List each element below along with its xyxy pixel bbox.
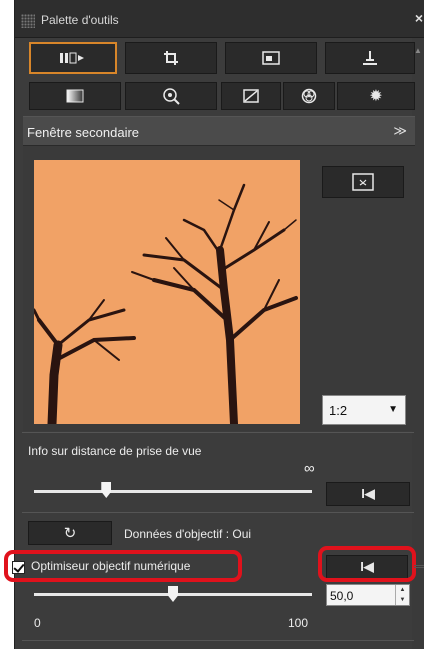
tab-settings[interactable]: ✹ xyxy=(337,82,415,110)
fit-to-window-button[interactable] xyxy=(322,166,404,198)
tab-gradient[interactable] xyxy=(29,82,121,110)
optimizer-value-field[interactable]: 50,0 ▲ ▼ xyxy=(326,584,410,606)
refresh-lens-data-button[interactable]: ↻ xyxy=(28,521,112,545)
crop-icon xyxy=(164,51,178,65)
optimizer-highlight-frame xyxy=(4,550,242,582)
distance-slider-track[interactable] xyxy=(34,490,312,493)
tab-basic-adjustment[interactable] xyxy=(29,42,117,74)
stamp-icon xyxy=(363,51,377,65)
optimizer-value: 50,0 xyxy=(330,589,354,603)
collapse-chevron-icon[interactable]: ≫ xyxy=(393,123,407,139)
tab-image[interactable] xyxy=(225,42,317,74)
zoom-ratio-select[interactable]: 1:2 ▼ xyxy=(322,395,406,425)
divider xyxy=(22,640,414,641)
refresh-icon: ↻ xyxy=(63,525,77,542)
reset-highlight-frame xyxy=(318,546,416,582)
slider-min-label: 0 xyxy=(34,616,41,630)
window-title: Palette d'outils xyxy=(41,13,119,27)
reset-arrow-icon: I◀ xyxy=(361,486,375,501)
lens-data-status: Données d'objectif : Oui xyxy=(124,527,252,541)
divider xyxy=(22,512,414,513)
tree-silhouette-image xyxy=(34,160,300,424)
title-bar[interactable]: Palette d'outils × xyxy=(15,0,424,38)
divider xyxy=(22,432,414,433)
lens-search-icon xyxy=(163,88,180,105)
drag-grip-icon[interactable] xyxy=(21,14,35,28)
section-title: Fenêtre secondaire xyxy=(27,125,140,140)
image-icon xyxy=(262,51,280,65)
basic-adjust-icon xyxy=(60,52,84,64)
settings-gear-icon: ✹ xyxy=(369,88,383,105)
distance-info-label: Info sur distance de prise de vue xyxy=(28,444,202,458)
spin-buttons[interactable]: ▲ ▼ xyxy=(395,585,409,605)
close-icon[interactable]: × xyxy=(415,10,423,26)
color-wheel-icon xyxy=(301,88,317,104)
infinity-label: ∞ xyxy=(304,460,315,477)
gradient-icon xyxy=(66,89,84,103)
preview-image[interactable] xyxy=(34,160,300,424)
dropdown-arrow-icon: ▼ xyxy=(388,404,398,415)
tone-curve-icon xyxy=(243,89,259,103)
tab-color[interactable] xyxy=(283,82,335,110)
slider-max-label: 100 xyxy=(288,616,309,630)
distance-reset-button[interactable]: I◀ xyxy=(326,482,410,506)
fit-to-frame-icon xyxy=(352,173,374,191)
tab-crop[interactable] xyxy=(125,42,217,74)
sub-window-header[interactable]: Fenêtre secondaire ≫ xyxy=(23,116,415,146)
zoom-ratio-value: 1:2 xyxy=(329,403,348,418)
scroll-up-arrow-icon[interactable]: ▲ xyxy=(414,46,422,55)
spin-up-icon[interactable]: ▲ xyxy=(396,585,409,595)
tab-stamp[interactable] xyxy=(325,42,415,74)
callout-line xyxy=(414,565,424,568)
spin-down-icon[interactable]: ▼ xyxy=(396,595,409,605)
tab-tone-curve[interactable] xyxy=(221,82,281,110)
tab-lens[interactable] xyxy=(125,82,217,110)
